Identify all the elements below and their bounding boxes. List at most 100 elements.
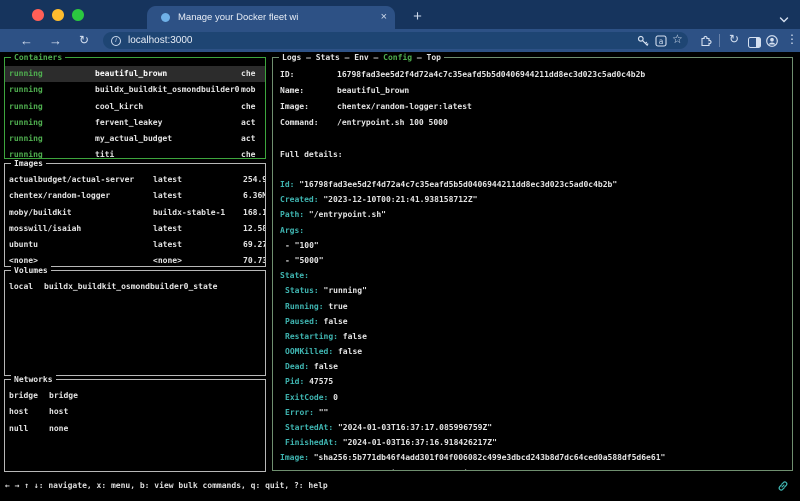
network-row[interactable]: bridgebridge: [5, 388, 265, 404]
detail-value: 47575: [304, 377, 333, 386]
inspector-tabs: Logs — Stats — Env — Config — Top: [279, 53, 444, 62]
detail-line: ResolvConfPath: "/var/lib/docker/contain…: [273, 466, 792, 470]
tab-close-icon[interactable]: ×: [381, 6, 387, 29]
detail-value: "": [314, 408, 328, 417]
minimize-window-button[interactable]: [52, 9, 64, 21]
detail-value: false: [309, 362, 338, 371]
volumes-body: localbuildx_buildkit_osmondbuilder0_stat…: [5, 271, 265, 375]
container-image: mob: [241, 82, 255, 98]
volume-row[interactable]: localbuildx_buildkit_osmondbuilder0_stat…: [5, 279, 265, 295]
image-row[interactable]: ubuntulatest69.27M: [5, 237, 265, 253]
volumes-panel[interactable]: Volumes localbuildx_buildkit_osmondbuild…: [4, 270, 266, 376]
detail-line: Status: "running": [273, 283, 792, 298]
inspector-panel[interactable]: Logs — Stats — Env — Config — Top ID:167…: [272, 57, 793, 471]
summary-row: Name:beautiful_brown: [273, 83, 792, 99]
image-row[interactable]: <none><none>70.73M: [5, 253, 265, 266]
network-name: bridge: [9, 388, 38, 404]
container-state: running: [9, 99, 43, 115]
container-row[interactable]: runningtitiche: [5, 147, 265, 158]
image-row[interactable]: actualbudget/actual-serverlatest254.98: [5, 172, 265, 188]
container-row[interactable]: runningbuildx_buildkit_osmondbuilder0mob: [5, 82, 265, 98]
container-state: running: [9, 66, 43, 82]
statusbar-hints: ← → ↑ ↓: navigate, x: menu, b: view bulk…: [5, 481, 328, 490]
image-name: <none>: [9, 253, 38, 266]
zoom-window-button[interactable]: [72, 9, 84, 21]
profile-avatar-icon[interactable]: [766, 34, 778, 52]
menu-dots-icon[interactable]: ⋮: [786, 32, 798, 47]
tab-stats[interactable]: Stats: [316, 53, 340, 62]
detail-value: false: [319, 317, 348, 326]
new-tab-button[interactable]: +: [406, 6, 429, 29]
detail-line: Paused: false: [273, 314, 792, 329]
image-row[interactable]: mosswill/isaiahlatest12.58M: [5, 221, 265, 237]
tab-separator: —: [412, 53, 426, 62]
tab-env[interactable]: Env: [354, 53, 368, 62]
sync-icon[interactable]: ↻: [729, 32, 739, 47]
detail-line: State:: [273, 268, 792, 283]
container-row[interactable]: runningcool_kirchche: [5, 99, 265, 115]
detail-value: "2023-12-10T00:21:41.938158712Z": [319, 195, 478, 204]
network-driver: host: [49, 404, 68, 420]
summary-label: Image:: [280, 99, 309, 115]
tab-logs[interactable]: Logs: [282, 53, 301, 62]
translate-icon[interactable]: a: [655, 34, 667, 52]
back-button[interactable]: ←: [20, 32, 33, 49]
image-tag: <none>: [153, 253, 182, 266]
image-row[interactable]: moby/buildkitbuildx-stable-1168.13: [5, 205, 265, 221]
tab-separator: —: [340, 53, 354, 62]
image-row[interactable]: chentex/random-loggerlatest6.36MB: [5, 188, 265, 204]
summary-row: Command:/entrypoint.sh 100 5000: [273, 115, 792, 131]
network-driver: none: [49, 421, 68, 437]
container-name: cool_kirch: [95, 99, 143, 115]
link-icon[interactable]: [777, 480, 789, 494]
forward-button[interactable]: →: [49, 32, 62, 49]
networks-panel-title: Networks: [11, 375, 56, 384]
detail-line: FinishedAt: "2024-01-03T16:37:16.9184262…: [273, 435, 792, 450]
container-image: che: [241, 147, 255, 158]
side-panel-icon[interactable]: [748, 35, 761, 53]
chevron-down-icon[interactable]: [779, 10, 789, 28]
close-window-button[interactable]: [32, 9, 44, 21]
container-state: running: [9, 131, 43, 147]
containers-panel[interactable]: Containers runningbeautiful_browncherunn…: [4, 57, 266, 159]
summary-value: beautiful_brown: [337, 83, 409, 99]
network-row[interactable]: nullnone: [5, 421, 265, 437]
container-row[interactable]: runningmy_actual_budgetact: [5, 131, 265, 147]
browser-tab[interactable]: Manage your Docker fleet wi ×: [147, 6, 395, 29]
detail-key: State:: [280, 271, 309, 280]
images-panel[interactable]: Images actualbudget/actual-serverlatest2…: [4, 163, 266, 267]
image-tag: latest: [153, 237, 182, 253]
detail-line: Args:: [273, 223, 792, 238]
inspector-details: Id: "16798fad3ee5d2f4d72a4c7c35eafd5b5d0…: [273, 177, 792, 470]
detail-value: true: [324, 302, 348, 311]
containers-body: runningbeautiful_browncherunningbuildx_b…: [5, 58, 265, 158]
detail-key: Image:: [280, 453, 309, 462]
container-row[interactable]: runningbeautiful_brownche: [5, 66, 265, 82]
network-row[interactable]: hosthost: [5, 404, 265, 420]
summary-value: chentex/random-logger:latest: [337, 99, 472, 115]
tab-top[interactable]: Top: [427, 53, 441, 62]
container-row[interactable]: runningfervent_leakeyact: [5, 115, 265, 131]
site-info-icon[interactable]: i: [111, 36, 121, 46]
passwords-key-icon[interactable]: [637, 34, 649, 52]
reload-button[interactable]: ↻: [79, 32, 89, 49]
container-name: buildx_buildkit_osmondbuilder0: [95, 82, 240, 98]
detail-key: Created:: [280, 195, 319, 204]
full-details-label: Full details:: [273, 147, 792, 163]
summary-value: 16798fad3ee5d2f4d72a4c7c35eafd5b5d040694…: [337, 67, 645, 83]
networks-panel[interactable]: Networks bridgebridgehosthostnullnone: [4, 379, 266, 472]
detail-key: Restarting:: [285, 332, 338, 341]
url-text: localhost:3000: [128, 35, 193, 46]
networks-body: bridgebridgehosthostnullnone: [5, 380, 265, 471]
image-name: mosswill/isaiah: [9, 221, 81, 237]
container-image: act: [241, 131, 255, 147]
bookmark-star-icon[interactable]: ☆: [672, 32, 683, 47]
detail-value: 0: [328, 393, 338, 402]
url-bar[interactable]: i localhost:3000: [103, 32, 688, 49]
detail-bullet: -: [285, 241, 295, 250]
image-name: actualbudget/actual-server: [9, 172, 134, 188]
terminal-app: Containers runningbeautiful_browncherunn…: [0, 52, 800, 501]
tab-config[interactable]: Config: [383, 53, 412, 62]
summary-row: Image: chentex/random-logger:latest: [273, 99, 792, 115]
extensions-puzzle-icon[interactable]: [699, 34, 712, 52]
